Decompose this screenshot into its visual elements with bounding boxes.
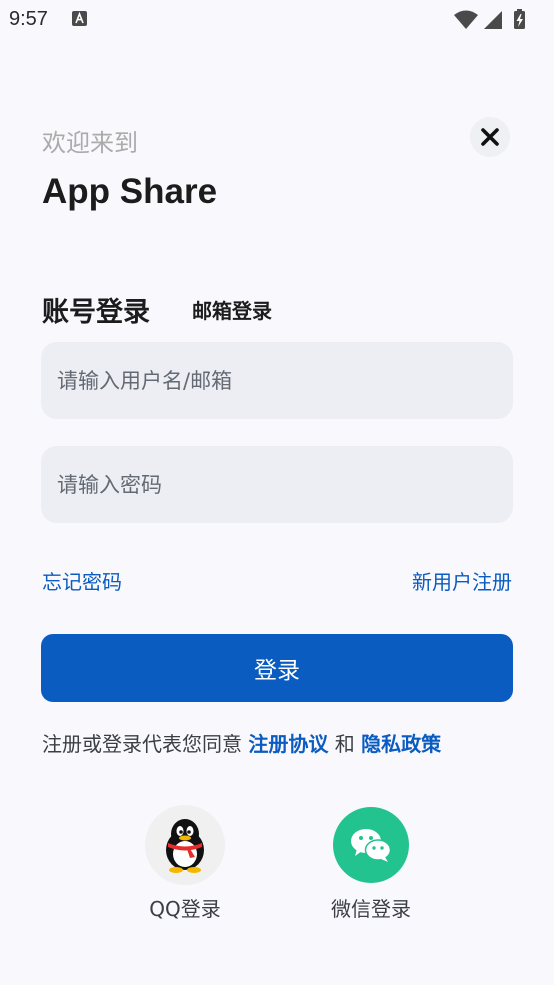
qq-icon-circle [145, 805, 225, 885]
agreement-text: 注册或登录代表您同意 注册协议 和 隐私政策 [42, 728, 441, 757]
status-time: 9:57 [9, 8, 48, 30]
qq-login-label: QQ登录 [149, 897, 221, 921]
tab-account-login[interactable]: 账号登录 [42, 290, 150, 329]
wifi-icon [454, 10, 478, 29]
wechat-login-button[interactable]: 微信登录 [326, 805, 416, 922]
agreement-and: 和 [334, 732, 355, 756]
status-bar: 9:57 [0, 0, 554, 38]
terms-link[interactable]: 注册协议 [248, 732, 328, 756]
welcome-text: 欢迎来到 [42, 129, 138, 157]
wechat-icon [351, 829, 392, 862]
register-link[interactable]: 新用户注册 [412, 566, 512, 595]
qq-penguin-icon [166, 819, 204, 873]
close-button[interactable] [470, 117, 510, 157]
status-icons [452, 8, 542, 30]
agreement-prefix: 注册或登录代表您同意 [42, 732, 242, 756]
a-notification-icon [72, 11, 87, 26]
battery-icon [514, 9, 525, 29]
password-input[interactable] [41, 446, 513, 523]
username-input[interactable] [41, 342, 513, 419]
close-icon [481, 128, 499, 146]
privacy-link[interactable]: 隐私政策 [361, 732, 441, 756]
app-title: App Share [42, 172, 218, 211]
wechat-icon-circle [333, 807, 409, 883]
tab-email-login[interactable]: 邮箱登录 [192, 295, 272, 324]
wechat-login-label: 微信登录 [331, 897, 411, 921]
password-field-container [41, 446, 513, 523]
forgot-password-link[interactable]: 忘记密码 [42, 566, 122, 595]
login-button[interactable]: 登录 [41, 634, 513, 702]
login-screen: 9:57 欢迎来到 App Share 账号登录 邮箱登录 请输入用户名/邮箱 … [0, 0, 554, 985]
username-field-container [41, 342, 513, 419]
signal-icon [484, 11, 502, 29]
qq-login-button[interactable]: QQ登录 [140, 805, 230, 922]
